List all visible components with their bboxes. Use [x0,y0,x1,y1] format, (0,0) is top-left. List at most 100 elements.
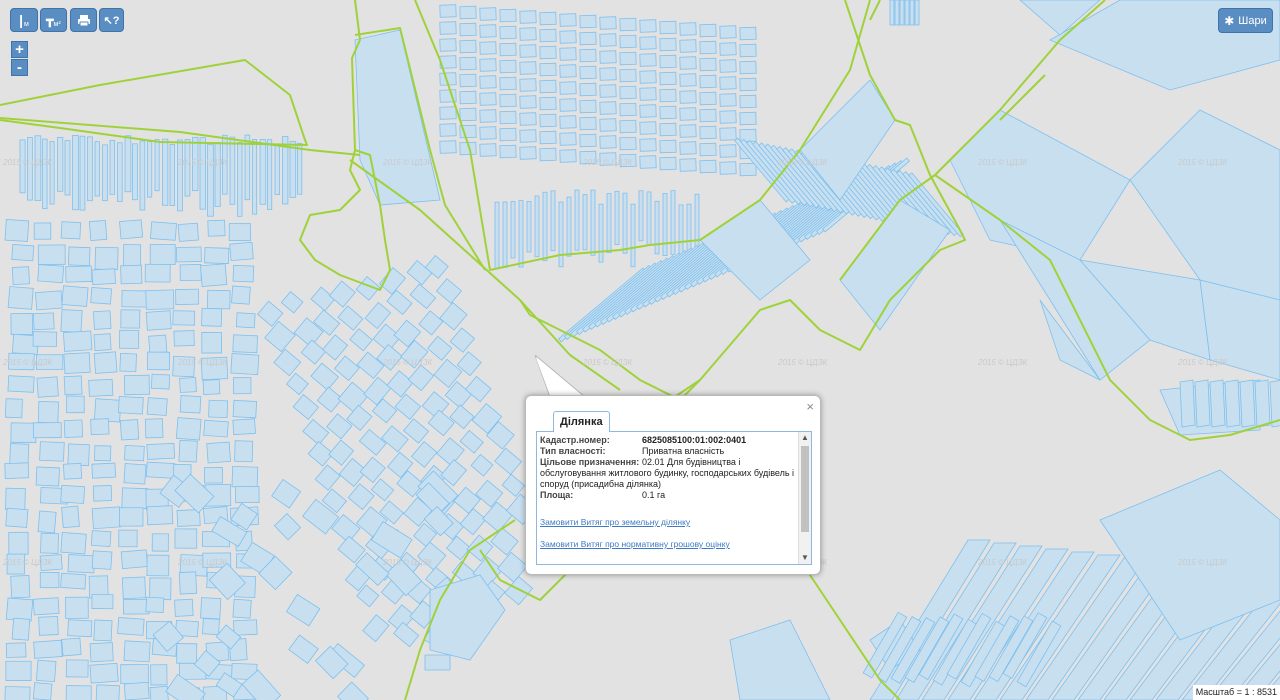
parcel[interactable] [124,445,145,462]
parcel[interactable] [510,201,516,259]
parcel[interactable] [177,222,199,242]
parcel[interactable] [199,137,206,210]
parcel[interactable] [606,193,612,254]
parcel[interactable] [233,377,252,395]
parcel[interactable] [252,139,258,215]
parcel[interactable] [1239,379,1256,428]
parcel[interactable] [274,143,280,195]
parcel[interactable] [8,531,29,555]
parcel[interactable] [699,125,717,140]
parcel[interactable] [149,577,172,601]
parcel[interactable] [154,139,160,192]
parcel[interactable] [494,201,500,270]
parcel[interactable] [60,572,87,590]
parcel[interactable] [150,664,168,686]
parcel[interactable] [40,532,59,554]
parcel[interactable] [719,59,737,73]
parcel[interactable] [519,129,537,143]
parcel[interactable] [699,57,717,72]
parcel[interactable] [39,572,60,589]
parcel[interactable] [289,141,297,198]
parcel[interactable] [639,104,657,118]
parcel[interactable] [439,21,457,35]
parcel[interactable] [207,289,231,310]
parcel[interactable] [65,659,89,678]
parcel[interactable] [459,73,477,88]
parcel[interactable] [519,112,537,126]
parcel[interactable] [179,395,202,414]
parcel[interactable] [146,397,168,416]
parcel[interactable] [719,110,737,124]
measure-length-button[interactable]: | м [10,8,38,32]
parcel[interactable] [579,99,597,114]
parcel[interactable] [146,554,170,577]
parcel[interactable] [699,108,717,123]
parcel[interactable] [201,332,223,354]
parcel[interactable] [235,312,256,329]
parcel[interactable] [150,221,177,241]
parcel[interactable] [68,246,91,267]
parcel[interactable] [519,61,537,75]
parcel[interactable] [539,11,557,26]
parcel[interactable] [559,47,577,61]
scroll-up-icon[interactable]: ▲ [799,432,811,444]
parcel[interactable] [184,139,191,197]
parcel[interactable] [39,441,65,462]
parcel[interactable] [63,419,84,438]
parcel[interactable] [235,486,260,504]
parcel[interactable] [5,487,26,511]
parcel[interactable] [232,399,258,419]
parcel[interactable] [237,141,243,217]
parcel[interactable] [120,309,141,329]
parcel[interactable] [147,351,171,371]
parcel[interactable] [204,247,230,264]
parcel[interactable] [539,113,557,128]
parcel[interactable] [93,619,113,642]
parcel[interactable] [174,528,198,549]
parcel[interactable] [5,642,27,658]
parcel[interactable] [91,593,114,610]
layers-button[interactable]: ✱ Шари [1218,8,1273,33]
parcel[interactable] [639,53,657,67]
parcel[interactable] [679,73,697,87]
parcel[interactable] [124,374,150,396]
parcel[interactable] [61,637,82,657]
parcel[interactable] [11,266,30,286]
parcel[interactable] [200,263,228,287]
parcel[interactable] [519,27,537,41]
parcel[interactable] [33,222,52,240]
zoom-out-button[interactable]: - [11,59,28,76]
parcel[interactable] [519,78,537,92]
parcel[interactable] [117,616,145,636]
parcel[interactable] [614,190,620,245]
parcel[interactable] [145,596,165,613]
parcel[interactable] [4,686,31,700]
parcel[interactable] [151,373,171,390]
parcel[interactable] [559,30,577,44]
parcel[interactable] [172,310,196,326]
parcel[interactable] [94,445,112,462]
parcel[interactable] [662,192,668,256]
parcel[interactable] [719,161,737,175]
parcel[interactable] [518,200,524,268]
parcel[interactable] [639,19,657,33]
parcel[interactable] [539,79,557,94]
parcel[interactable] [699,91,717,106]
parcel[interactable] [679,39,697,53]
parcel[interactable] [439,106,457,120]
parcel[interactable] [559,132,577,146]
parcel[interactable] [439,123,457,137]
parcel[interactable] [232,598,252,619]
parcel[interactable] [67,554,96,574]
parcel[interactable] [622,192,628,254]
parcel[interactable] [92,485,113,502]
parcel[interactable] [228,223,251,242]
parcel[interactable] [229,241,254,262]
parcel[interactable] [207,144,214,217]
parcel[interactable] [144,263,171,283]
parcel[interactable] [646,191,652,246]
parcel[interactable] [590,189,596,256]
parcel[interactable] [234,440,254,463]
parcel[interactable] [10,313,33,335]
parcel[interactable] [7,375,35,393]
